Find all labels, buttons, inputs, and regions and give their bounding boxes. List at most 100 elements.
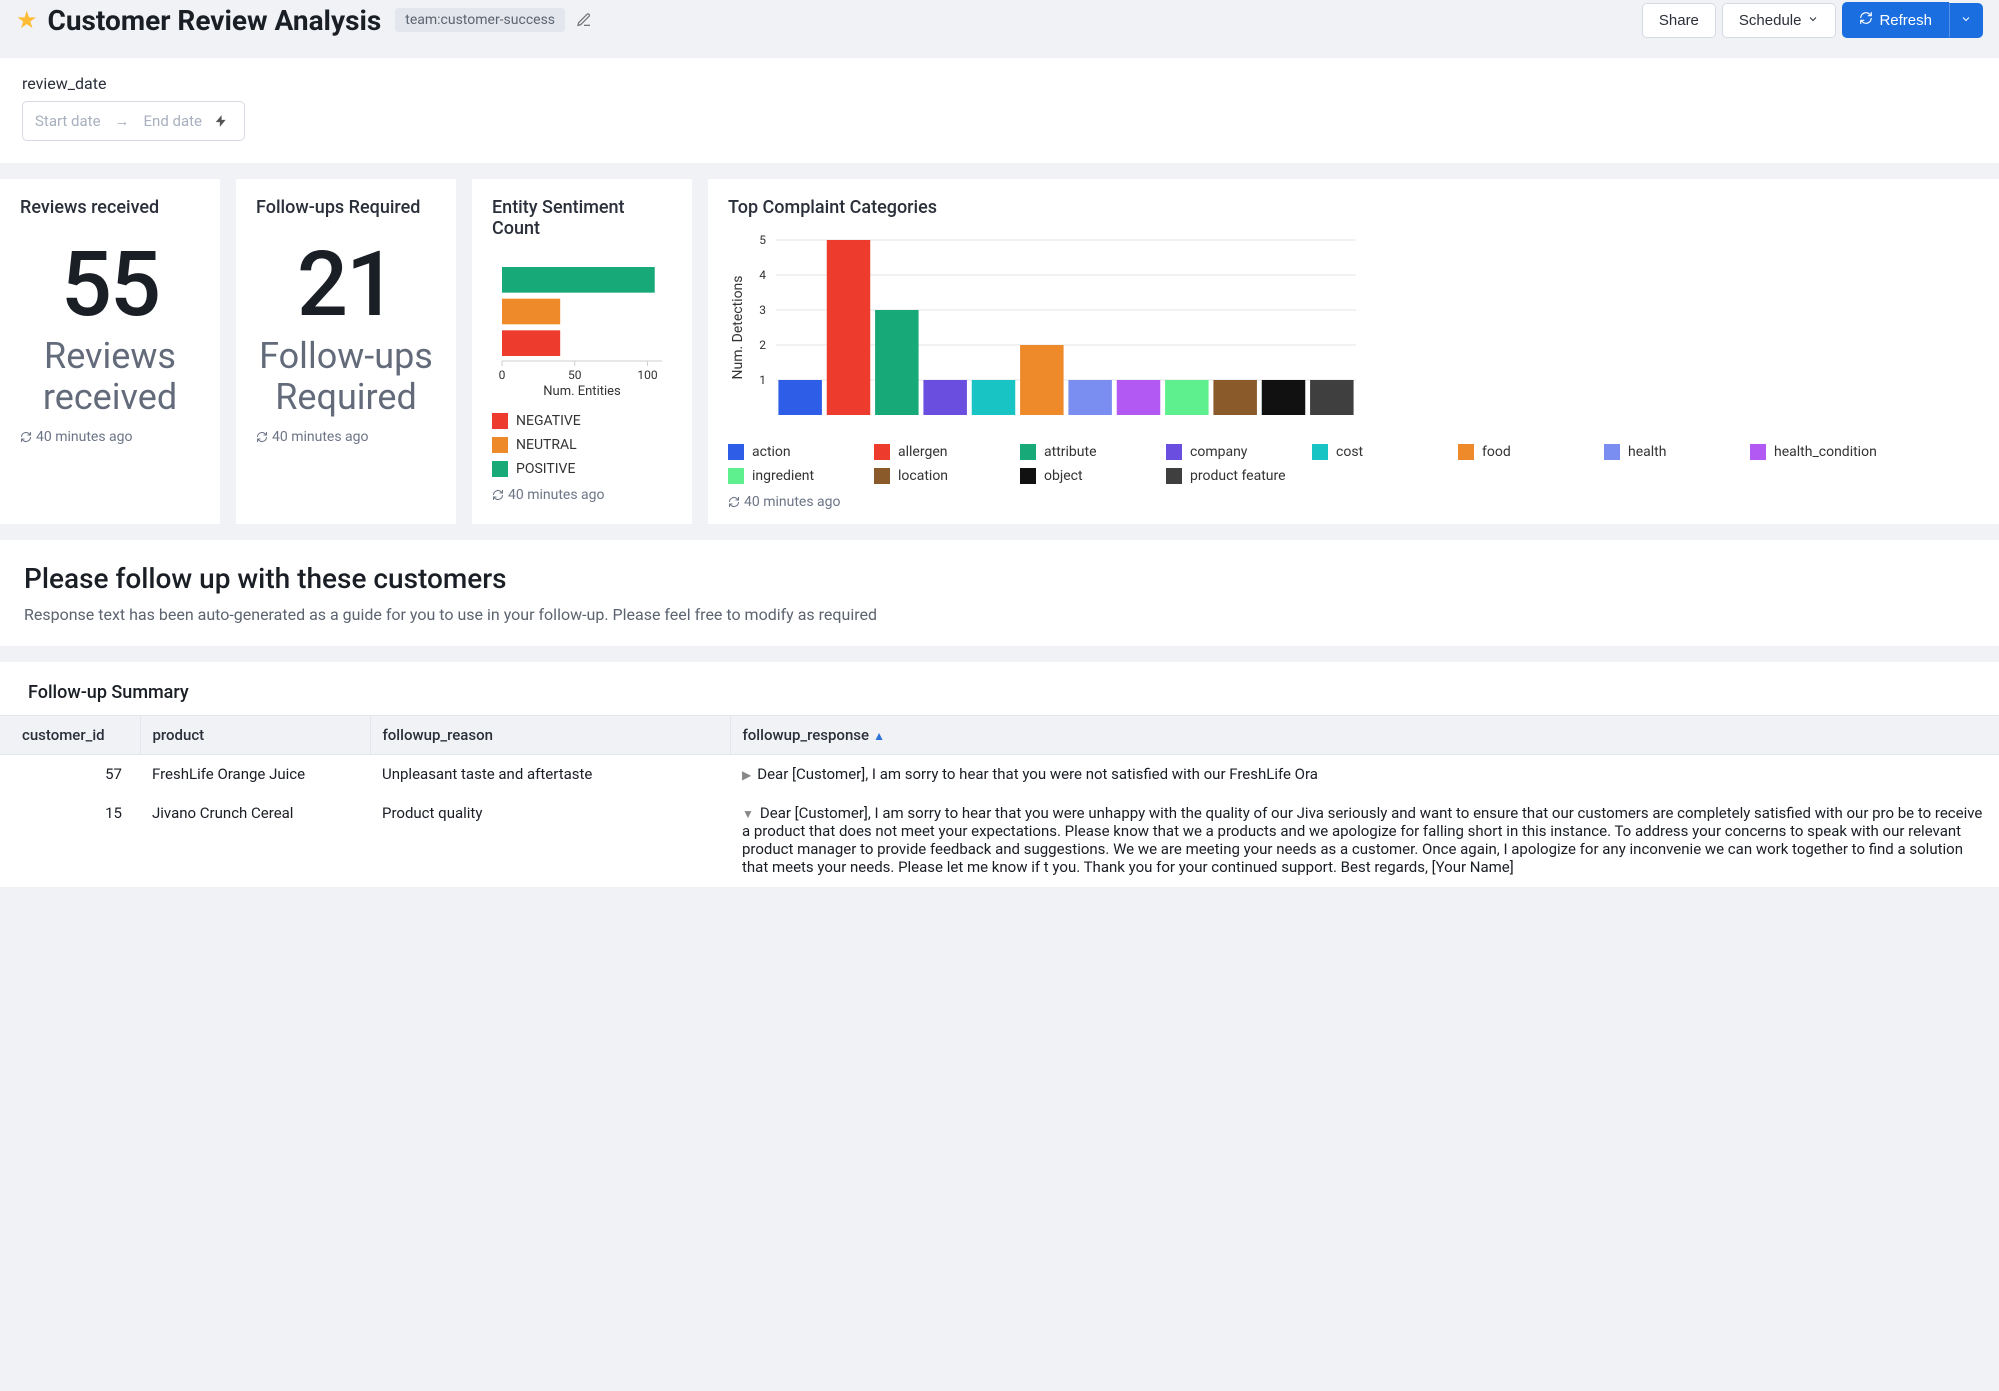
- filter-label: review_date: [22, 74, 1977, 93]
- legend-swatch: [874, 468, 890, 484]
- svg-text:0: 0: [499, 368, 506, 382]
- svg-text:Num. Entities: Num. Entities: [543, 384, 621, 399]
- legend-swatch: [1750, 444, 1766, 460]
- favorite-star-icon[interactable]: ★: [16, 6, 38, 34]
- legend-item: attribute: [1020, 444, 1150, 460]
- legend-label: food: [1482, 444, 1511, 460]
- refresh-icon: [492, 489, 504, 501]
- cell-followup-response: ▶Dear [Customer], I am sorry to hear tha…: [730, 755, 1999, 794]
- lightning-icon[interactable]: [210, 110, 232, 132]
- svg-text:4: 4: [759, 268, 766, 282]
- cell-product: Jivano Crunch Cereal: [140, 794, 370, 887]
- followups-required-value: 21: [256, 240, 436, 330]
- chevron-down-icon: [1807, 12, 1819, 29]
- date-range-input[interactable]: Start date → End date: [22, 101, 245, 141]
- legend-swatch: [492, 437, 508, 453]
- followups-required-label: Follow-ups Required: [256, 336, 436, 419]
- team-tag-badge[interactable]: team:customer-success: [395, 8, 565, 32]
- top-complaints-card: Top Complaint Categories 12345Num. Detec…: [708, 179, 1999, 524]
- legend-label: NEGATIVE: [516, 413, 581, 429]
- svg-text:5: 5: [759, 233, 766, 247]
- card-title: Follow-ups Required: [256, 197, 436, 218]
- refresh-button[interactable]: Refresh: [1842, 2, 1949, 38]
- refresh-icon: [20, 431, 32, 443]
- legend-label: POSITIVE: [516, 461, 575, 477]
- table-row[interactable]: 15Jivano Crunch CerealProduct quality▼De…: [0, 794, 1999, 887]
- legend-swatch: [874, 444, 890, 460]
- legend-swatch: [1604, 444, 1620, 460]
- refresh-icon: [256, 431, 268, 443]
- legend-label: object: [1044, 468, 1083, 484]
- page-header: ★ Customer Review Analysis team:customer…: [0, 0, 1999, 50]
- col-label: followup_reason: [383, 726, 493, 744]
- legend-swatch: [1020, 444, 1036, 460]
- legend-item: food: [1458, 444, 1588, 460]
- share-button-label: Share: [1659, 12, 1699, 29]
- legend-item: health_condition: [1750, 444, 1880, 460]
- svg-text:Num. Detections: Num. Detections: [730, 275, 746, 379]
- table-header-row: customer_id product followup_reason foll…: [0, 716, 1999, 755]
- svg-text:100: 100: [637, 368, 657, 382]
- legend-item: health: [1604, 444, 1734, 460]
- table-title: Follow-up Summary: [0, 678, 1999, 715]
- cell-followup-response: ▼Dear [Customer], I am sorry to hear tha…: [730, 794, 1999, 887]
- legend-label: action: [752, 444, 791, 460]
- legend-swatch: [1312, 444, 1328, 460]
- legend-swatch: [492, 413, 508, 429]
- card-title: Top Complaint Categories: [728, 197, 1979, 218]
- last-refreshed: 40 minutes ago: [272, 429, 369, 445]
- followup-table-section: Follow-up Summary customer_id product fo…: [0, 662, 1999, 887]
- cell-product: FreshLife Orange Juice: [140, 755, 370, 794]
- col-label: customer_id: [22, 726, 105, 744]
- legend-swatch: [492, 461, 508, 477]
- cell-customer-id: 15: [0, 794, 140, 887]
- start-date-placeholder: Start date: [35, 112, 101, 130]
- sentiment-legend: NEGATIVE NEUTRAL POSITIVE: [492, 413, 672, 477]
- reviews-received-card: Reviews received 55 Reviews received 40 …: [0, 179, 220, 524]
- followup-section-subtitle: Response text has been auto-generated as…: [24, 605, 1975, 624]
- refresh-icon: [728, 496, 740, 508]
- caret-right-icon[interactable]: ▶: [742, 768, 751, 782]
- filter-bar: review_date Start date → End date: [0, 58, 1999, 163]
- col-followup-response[interactable]: followup_response▲: [730, 716, 1999, 755]
- col-label: product: [153, 726, 205, 744]
- col-customer-id[interactable]: customer_id: [0, 716, 140, 755]
- legend-label: company: [1190, 444, 1247, 460]
- cell-followup-reason: Product quality: [370, 794, 730, 887]
- col-label: followup_response: [743, 726, 870, 744]
- sort-asc-icon: ▲: [873, 729, 885, 743]
- legend-item: POSITIVE: [492, 461, 592, 477]
- col-followup-reason[interactable]: followup_reason: [370, 716, 730, 755]
- col-product[interactable]: product: [140, 716, 370, 755]
- legend-swatch: [728, 468, 744, 484]
- metrics-row: Reviews received 55 Reviews received 40 …: [0, 179, 1999, 540]
- svg-text:1: 1: [759, 373, 766, 387]
- last-refreshed: 40 minutes ago: [36, 429, 133, 445]
- end-date-placeholder: End date: [144, 112, 202, 130]
- legend-label: attribute: [1044, 444, 1097, 460]
- followup-table: customer_id product followup_reason foll…: [0, 715, 1999, 887]
- schedule-button[interactable]: Schedule: [1722, 3, 1837, 38]
- arrow-right-icon: →: [115, 112, 130, 130]
- caret-down-icon[interactable]: ▼: [742, 807, 754, 821]
- share-button[interactable]: Share: [1642, 3, 1716, 38]
- legend-item: location: [874, 468, 1004, 484]
- schedule-button-label: Schedule: [1739, 12, 1802, 29]
- legend-item: ingredient: [728, 468, 858, 484]
- legend-label: allergen: [898, 444, 947, 460]
- legend-label: health_condition: [1774, 444, 1877, 460]
- legend-label: ingredient: [752, 468, 814, 484]
- followup-intro-section: Please follow up with these customers Re…: [0, 540, 1999, 646]
- svg-text:50: 50: [568, 368, 582, 382]
- legend-label: NEUTRAL: [516, 437, 577, 453]
- edit-title-icon[interactable]: [573, 9, 595, 31]
- refresh-more-button[interactable]: [1949, 3, 1983, 38]
- entity-sentiment-chart: 0 50 100 Num. Entities: [492, 259, 672, 403]
- legend-item: product feature: [1166, 468, 1296, 484]
- legend-item: object: [1020, 468, 1150, 484]
- page-title: Customer Review Analysis: [48, 4, 382, 37]
- top-complaints-chart: 12345Num. Detections: [728, 230, 1979, 434]
- legend-item: NEUTRAL: [492, 437, 592, 453]
- table-row[interactable]: 57FreshLife Orange JuiceUnpleasant taste…: [0, 755, 1999, 794]
- entity-sentiment-card: Entity Sentiment Count 050100Num. Entiti…: [472, 179, 692, 524]
